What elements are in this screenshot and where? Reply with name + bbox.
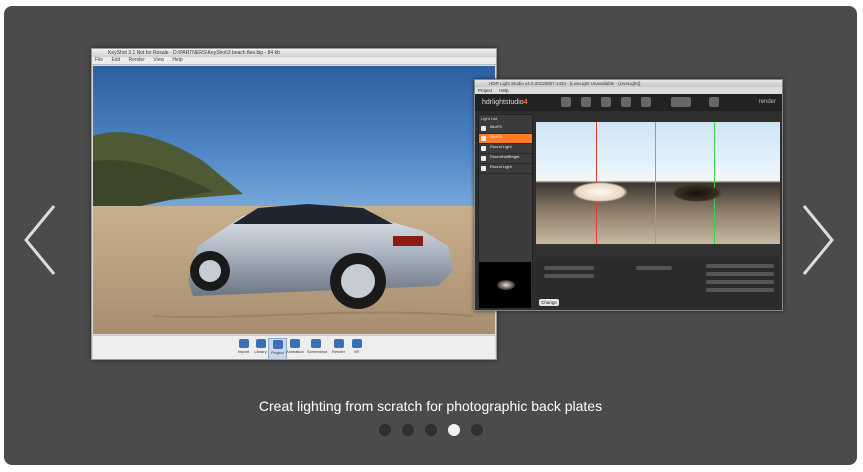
light-list-label: Light List	[481, 116, 498, 121]
render-button[interactable]: Render	[330, 338, 347, 358]
slider[interactable]	[706, 288, 774, 292]
filmstrip-icon[interactable]	[671, 97, 691, 107]
pagination-dot[interactable]	[379, 424, 391, 436]
menu-render: Render	[128, 57, 145, 63]
panel-tool-icon[interactable]	[621, 97, 631, 107]
slideshow: KeyShot 3.1 Not for Resale - D:\PARTNERS…	[4, 6, 857, 465]
light-tool-icon[interactable]	[561, 97, 571, 107]
screenshot-label: Screenshot	[307, 349, 328, 354]
light-properties-panel	[536, 258, 780, 308]
chevron-right-icon	[802, 205, 834, 275]
car-render-viewport	[93, 66, 495, 334]
keyshot-title: KeyShot 3.1 Not for Resale - D:\PARTNERS…	[92, 49, 496, 57]
slide-caption: Creat lighting from scratch for photogra…	[258, 398, 603, 414]
screenshot-icon	[310, 339, 321, 348]
animation-button[interactable]: Animation	[286, 338, 304, 358]
light-reflection	[572, 182, 628, 202]
hdr-toolbar: hdrlightstudio4 render	[475, 94, 782, 111]
keyshot-toolbar: Import Library Project Animation Screens…	[93, 335, 495, 360]
slider[interactable]	[706, 280, 774, 284]
slider[interactable]	[706, 264, 774, 268]
pagination-dot[interactable]	[402, 424, 414, 436]
preview-thumbnail	[479, 262, 531, 308]
hdr-title: HDR Light Studio v4.0.20120807.1434 - [L…	[475, 80, 782, 87]
logo-accent: 4	[523, 99, 528, 106]
vr-button[interactable]: VR	[348, 338, 365, 358]
vr-icon	[351, 339, 362, 348]
logo-text: hdrlightstudio	[482, 99, 524, 106]
vr-label: VR	[353, 349, 360, 354]
previous-slide-button[interactable]	[20, 202, 60, 278]
render-icon	[333, 339, 344, 348]
slider[interactable]	[544, 266, 594, 270]
spot-tool-icon[interactable]	[641, 97, 651, 107]
import-button[interactable]: Import	[235, 338, 252, 358]
slider[interactable]	[636, 266, 672, 270]
keyshot-screenshot: KeyShot 3.1 Not for Resale - D:\PARTNERS…	[91, 48, 497, 360]
light-reflection-dark	[672, 184, 722, 202]
camera-tool-icon[interactable]	[709, 97, 719, 107]
sun-tool-icon[interactable]	[581, 97, 591, 107]
grey-guide-line	[655, 122, 656, 244]
slider[interactable]	[706, 272, 774, 276]
change-button[interactable]: Change	[539, 299, 559, 306]
project-label: Project	[271, 350, 284, 355]
keyshot-menu: File Edit Render View Help	[92, 57, 496, 65]
menu-file: File	[95, 57, 104, 63]
green-guide-line	[714, 122, 715, 244]
light-item[interactable]: BlurFit	[479, 124, 532, 134]
render-tab[interactable]: render	[759, 99, 776, 105]
render-label: Render	[331, 349, 346, 354]
light-item-selected[interactable]: BlurFit	[479, 134, 532, 144]
hdr-canvas[interactable]	[536, 122, 780, 244]
screenshot-button[interactable]: Screenshot	[307, 338, 328, 358]
chevron-left-icon	[24, 205, 56, 275]
library-icon	[255, 339, 266, 348]
import-icon	[238, 339, 249, 348]
menu-project: Project	[478, 88, 493, 93]
light-item[interactable]: RoundHalfBright	[479, 154, 532, 164]
library-label: Library	[254, 349, 267, 354]
next-slide-button[interactable]	[798, 202, 838, 278]
car-beach-image	[93, 132, 495, 334]
star-tool-icon[interactable]	[601, 97, 611, 107]
canvas-footer	[536, 244, 780, 256]
library-button[interactable]: Library	[252, 338, 269, 358]
slider[interactable]	[544, 274, 594, 278]
menu-help: Help	[172, 57, 183, 63]
light-item[interactable]: Round Light	[479, 164, 532, 174]
project-icon	[272, 340, 283, 349]
animation-icon	[289, 339, 300, 348]
project-button[interactable]: Project	[268, 338, 287, 360]
light-item[interactable]: Round Light	[479, 144, 532, 154]
pagination-dot[interactable]	[471, 424, 483, 436]
menu-view: View	[153, 57, 165, 63]
import-label: Import	[237, 349, 250, 354]
pagination-dot-active[interactable]	[448, 424, 460, 436]
menu-help: Help	[499, 88, 509, 93]
pagination-dot[interactable]	[425, 424, 437, 436]
hdr-light-studio-screenshot: HDR Light Studio v4.0.20120807.1434 - [L…	[474, 79, 783, 311]
hdr-menu: Project Help	[475, 87, 782, 94]
hdr-logo: hdrlightstudio4	[482, 99, 528, 106]
animation-label: Animation	[286, 349, 304, 354]
menu-edit: Edit	[111, 57, 121, 63]
